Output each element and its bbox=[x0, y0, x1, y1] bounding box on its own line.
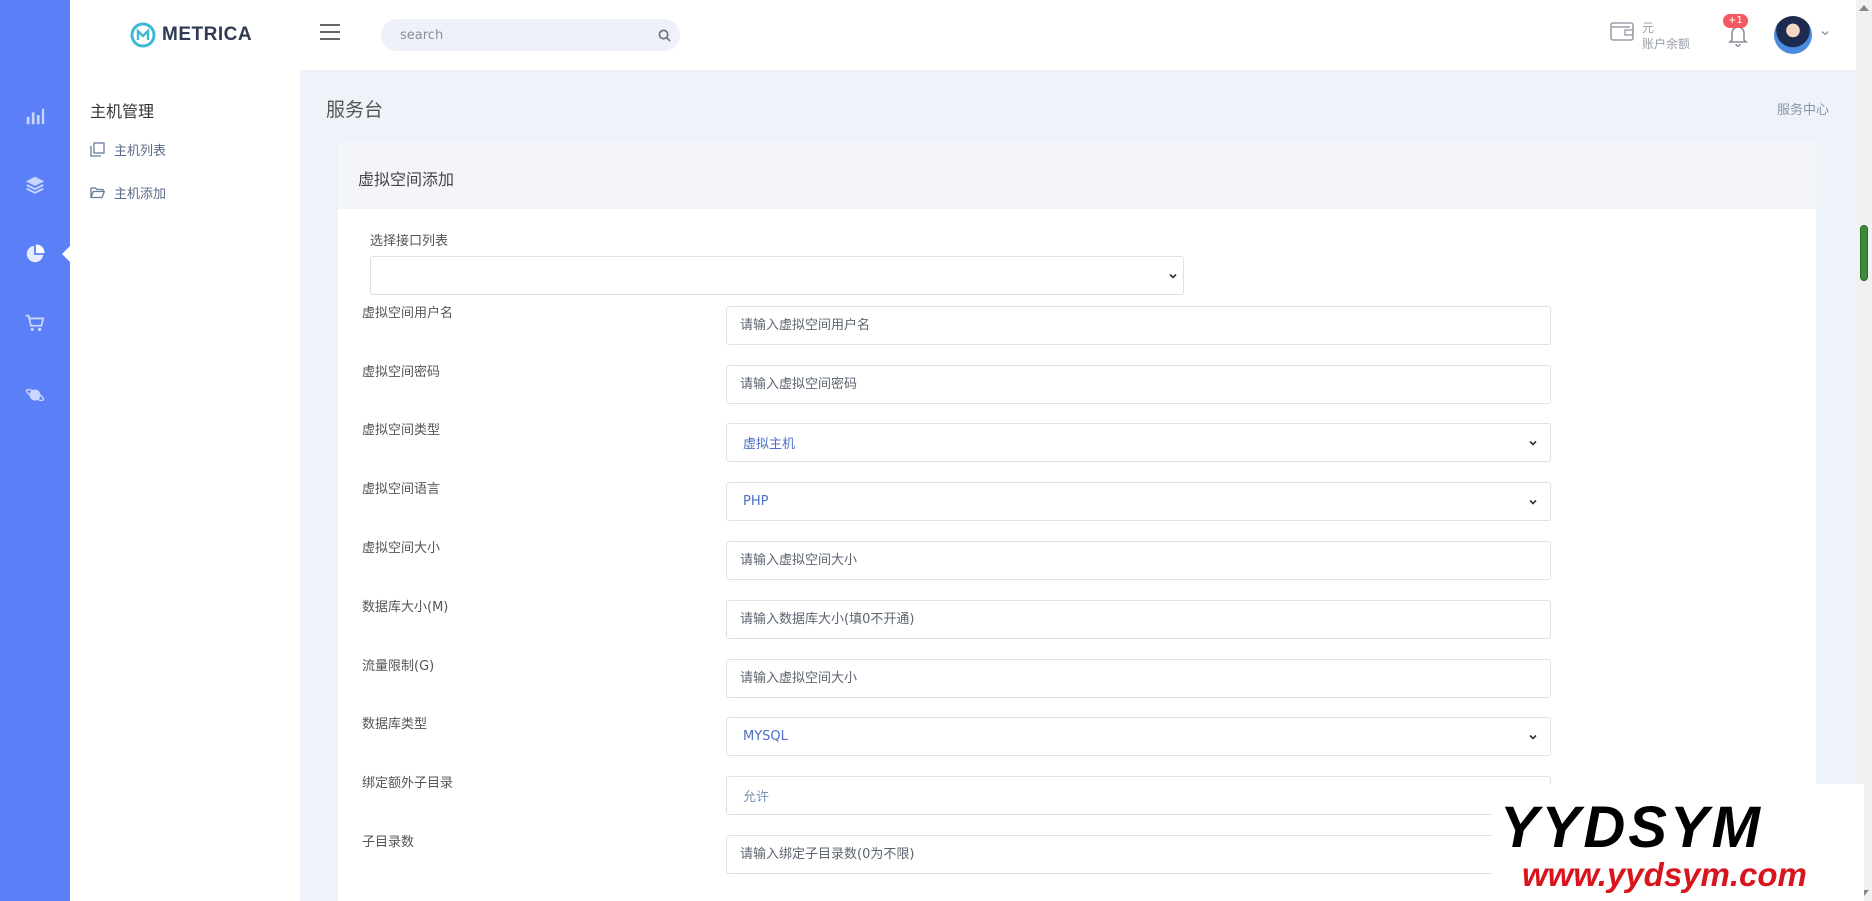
search-input[interactable] bbox=[381, 19, 631, 51]
rail-item-planet[interactable] bbox=[0, 375, 70, 415]
type-value: 虚拟主机 bbox=[743, 437, 796, 452]
balance-label: 账户余额 bbox=[1642, 37, 1691, 51]
username-field bbox=[726, 306, 1551, 345]
rail-item-dashboard[interactable] bbox=[0, 96, 70, 136]
chevron-down-icon[interactable] bbox=[1820, 28, 1830, 38]
db-type-label: 数据库类型 bbox=[362, 717, 428, 732]
db-type-value: MYSQL bbox=[743, 729, 788, 744]
db-type-select[interactable]: MYSQL bbox=[726, 717, 1551, 756]
watermark-title: YYDSYM bbox=[1500, 795, 1763, 860]
subnav-item-host-add[interactable]: 主机添加 bbox=[90, 183, 166, 202]
password-label: 虚拟空间密码 bbox=[362, 365, 441, 380]
size-field bbox=[726, 541, 1551, 580]
wallet-icon bbox=[1610, 22, 1634, 41]
search-button[interactable] bbox=[648, 19, 680, 51]
size-label: 虚拟空间大小 bbox=[362, 541, 441, 556]
interface-select[interactable] bbox=[370, 256, 1184, 295]
size-input[interactable] bbox=[740, 542, 1550, 579]
bind-subdir-label: 绑定额外子目录 bbox=[362, 776, 454, 791]
db-size-field bbox=[726, 600, 1551, 639]
subnav-item-label: 主机列表 bbox=[114, 144, 167, 159]
top-header: METRICA 元 账户余额 +1 bbox=[70, 0, 1856, 70]
icon-rail bbox=[0, 0, 71, 901]
pie-chart-icon bbox=[26, 244, 45, 263]
username-label: 虚拟空间用户名 bbox=[362, 306, 454, 321]
menu-toggle-button[interactable] bbox=[320, 24, 340, 44]
rail-item-layers[interactable] bbox=[0, 165, 70, 205]
cart-icon bbox=[25, 314, 45, 332]
type-select[interactable]: 虚拟主机 bbox=[726, 423, 1551, 462]
notification-badge: +1 bbox=[1723, 14, 1748, 28]
type-label: 虚拟空间类型 bbox=[362, 423, 441, 438]
layers-icon bbox=[25, 176, 45, 194]
secondary-sidebar: 主机管理 主机列表 主机添加 bbox=[70, 70, 300, 901]
subdir-count-input[interactable] bbox=[740, 836, 1550, 873]
traffic-label: 流量限制(G) bbox=[362, 659, 435, 674]
page-scrollbar[interactable] bbox=[1856, 0, 1872, 901]
chevron-down-icon bbox=[1529, 499, 1537, 505]
account-balance[interactable]: 元 账户余额 bbox=[1610, 20, 1690, 52]
bind-subdir-select[interactable]: 允许 bbox=[726, 776, 1551, 815]
subdir-count-field bbox=[726, 835, 1551, 874]
search-icon bbox=[658, 29, 671, 42]
planet-icon bbox=[25, 388, 45, 402]
password-input[interactable] bbox=[740, 366, 1550, 403]
subdir-count-label: 子目录数 bbox=[362, 835, 415, 850]
password-field bbox=[726, 365, 1551, 404]
chevron-down-icon bbox=[1529, 734, 1537, 740]
subnav-item-host-list[interactable]: 主机列表 bbox=[90, 140, 166, 159]
username-input[interactable] bbox=[740, 307, 1550, 344]
subnav-item-label: 主机添加 bbox=[114, 187, 167, 202]
balance-unit: 元 bbox=[1642, 21, 1655, 35]
breadcrumb[interactable]: 服务中心 bbox=[1777, 99, 1829, 118]
language-label: 虚拟空间语言 bbox=[362, 482, 441, 497]
folder-open-icon bbox=[90, 187, 105, 199]
copy-icon bbox=[90, 142, 105, 157]
brand-name: METRICA bbox=[162, 24, 253, 45]
watermark-url: www.yydsym.com bbox=[1522, 856, 1807, 893]
chevron-down-icon bbox=[1529, 440, 1537, 446]
language-select[interactable]: PHP bbox=[726, 482, 1551, 521]
notifications-button[interactable]: +1 bbox=[1723, 14, 1751, 48]
brand-logo[interactable]: METRICA bbox=[130, 22, 252, 48]
db-size-input[interactable] bbox=[740, 601, 1550, 638]
interface-label: 选择接口列表 bbox=[370, 234, 449, 249]
bind-subdir-value: 允许 bbox=[743, 790, 770, 805]
watermark: YYDSYM www.yydsym.com bbox=[1492, 784, 1864, 901]
rail-item-cart[interactable] bbox=[0, 303, 70, 343]
user-avatar[interactable] bbox=[1774, 16, 1812, 54]
db-size-label: 数据库大小(M) bbox=[362, 600, 449, 615]
traffic-input[interactable] bbox=[740, 660, 1550, 697]
bar-chart-icon bbox=[26, 108, 45, 125]
page-title: 服务台 bbox=[326, 99, 384, 121]
scroll-thumb[interactable] bbox=[1860, 225, 1868, 281]
card-title: 虚拟空间添加 bbox=[338, 142, 1816, 209]
rail-item-pie[interactable] bbox=[0, 234, 70, 274]
scroll-up-arrow[interactable] bbox=[1859, 5, 1869, 11]
language-value: PHP bbox=[743, 494, 769, 509]
traffic-field bbox=[726, 659, 1551, 698]
metrica-logo-icon bbox=[130, 22, 156, 48]
search-box bbox=[381, 19, 680, 51]
subnav-title: 主机管理 bbox=[90, 102, 155, 121]
chevron-down-icon bbox=[1169, 273, 1177, 279]
